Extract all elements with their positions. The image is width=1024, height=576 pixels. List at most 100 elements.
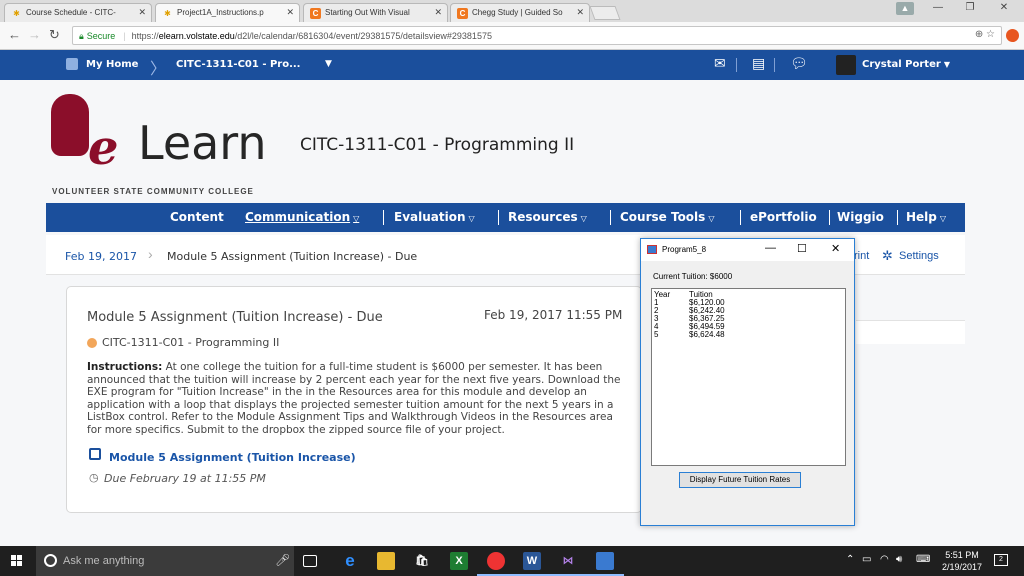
chrome-icon[interactable] — [477, 552, 515, 576]
lock-icon: 🔒︎ — [79, 31, 84, 41]
page-body: e Learn Volunteer State Community Colleg… — [0, 80, 1024, 546]
close-tab-icon[interactable]: ✕ — [286, 7, 294, 18]
close-window-icon[interactable]: ✕ — [831, 242, 840, 255]
tab-title: Starting Out With Visual — [325, 8, 410, 17]
volume-icon[interactable]: 🔊︎ — [896, 554, 902, 565]
due-date: Due February 19 at 11:55 PM — [104, 472, 266, 485]
tab-chegg[interactable]: C Chegg Study | Guided So ✕ — [450, 3, 590, 22]
course-color-dot — [87, 338, 97, 348]
chevron-down-icon: ▽ — [939, 214, 947, 223]
instructions-text: At one college the tuition for a full-ti… — [87, 361, 621, 436]
reload-icon[interactable]: ↻ — [49, 27, 60, 43]
my-home-link[interactable]: My Home — [86, 59, 138, 70]
window-title: Program5_8 — [662, 245, 707, 254]
cortana-icon — [44, 554, 57, 567]
close-tab-icon[interactable]: ✕ — [138, 7, 146, 18]
word-icon[interactable]: W — [513, 552, 551, 576]
wifi-icon[interactable]: ◠ — [880, 554, 889, 565]
close-window-icon[interactable]: ✕ — [994, 2, 1014, 13]
chevron-up-icon[interactable]: ⌃ — [846, 554, 854, 565]
notification-icon[interactable]: 2 — [994, 554, 1008, 566]
user-menu[interactable]: Crystal Porter ▼ — [862, 59, 950, 70]
nav-course-tools[interactable]: Course Tools ▽ — [620, 210, 714, 224]
new-tab-button[interactable] — [589, 6, 621, 20]
nav-evaluation[interactable]: Evaluation ▽ — [394, 210, 475, 224]
instructions: Instructions: At one college the tuition… — [87, 361, 622, 437]
close-tab-icon[interactable]: ✕ — [576, 7, 584, 18]
system-clock[interactable]: 5:51 PM 2/19/2017 — [942, 549, 982, 573]
display-tuition-button[interactable]: Display Future Tuition Rates — [679, 472, 801, 488]
chevron-right-icon: › — [148, 246, 153, 262]
browser-tab-strip: ✱ Course Schedule - CITC- ✕ ✱ Project1A_… — [0, 0, 1024, 22]
asterisk-favicon-icon: ✱ — [13, 9, 20, 18]
minimize-icon[interactable]: — — [928, 2, 948, 13]
excel-icon[interactable]: X — [450, 552, 468, 570]
page-title: CITC-1311-C01 - Programming II — [300, 135, 575, 155]
nav-content[interactable]: Content — [170, 210, 224, 224]
bookmark-star-icon[interactable]: ☆ — [986, 29, 995, 40]
chevron-down-icon[interactable]: ▼ — [325, 59, 332, 69]
home-icon — [66, 58, 78, 70]
mail-icon[interactable]: ✉ — [714, 56, 726, 72]
chevron-down-icon: ▽ — [468, 214, 475, 223]
breadcrumb-date[interactable]: Feb 19, 2017 — [65, 250, 137, 263]
event-course: CITC-1311-C01 - Programming II — [102, 336, 280, 349]
maximize-icon[interactable]: ☐ — [797, 242, 807, 255]
course-selector[interactable]: CITC-1311-C01 - Pro... — [176, 59, 300, 70]
zoom-icon[interactable]: ⊕ — [975, 29, 983, 40]
taskbar: Ask me anything 🎤︎ e 🛍︎ X W ⋈ ⌃ ▭ ◠ 🔊︎ ⌨… — [0, 546, 1024, 576]
forward-arrow-icon[interactable]: → — [28, 27, 41, 42]
updates-icon[interactable]: ▤ — [752, 56, 765, 72]
avatar[interactable] — [836, 55, 856, 75]
keyboard-icon[interactable]: ⌨ — [916, 554, 930, 565]
program-app-icon[interactable] — [586, 552, 624, 576]
tuition-listbox[interactable]: Year Tuition 1 $6,120.00 2 $6,242.40 3 $6,36… — [651, 288, 846, 466]
elearn-logo[interactable]: e Learn Volunteer State Community Colleg… — [48, 92, 293, 202]
url-bar[interactable]: 🔒︎ Secure | https://elearn.volstate.edu/d2l… — [72, 26, 1002, 45]
battery-icon[interactable]: ▭ — [862, 554, 871, 565]
nav-communication[interactable]: Communication ▽ — [245, 210, 359, 224]
extension-icon[interactable] — [1006, 29, 1019, 42]
search-input[interactable]: Ask me anything 🎤︎ — [36, 546, 294, 576]
chevron-down-icon: ▽ — [580, 214, 587, 223]
chevron-down-icon: ▽ — [708, 214, 715, 223]
tab-project1a[interactable]: ✱ Project1A_Instructions.p ✕ — [155, 3, 300, 22]
file-explorer-icon[interactable] — [377, 552, 395, 570]
asterisk-favicon-icon: ✱ — [164, 9, 171, 18]
side-panel — [856, 320, 965, 344]
print-link[interactable]: rint — [854, 250, 869, 262]
site-navbar: My Home 〉 CITC-1311-C01 - Pro... ▼ ✉ ▤ 💬… — [0, 50, 1024, 80]
app-icon — [647, 245, 657, 254]
logo-e: e — [88, 120, 119, 176]
close-tab-icon[interactable]: ✕ — [434, 7, 442, 18]
minimize-icon[interactable]: — — [765, 242, 776, 254]
edge-icon[interactable]: e — [341, 552, 359, 570]
nav-help[interactable]: Help ▽ — [906, 210, 946, 224]
clock-date: 2/19/2017 — [942, 562, 983, 572]
windows-start-icon[interactable] — [11, 555, 23, 567]
gear-icon[interactable]: ✲ — [882, 248, 893, 264]
c-favicon-icon: C — [310, 8, 321, 19]
dropbox-link[interactable]: Module 5 Assignment (Tuition Increase) — [109, 451, 356, 464]
store-icon[interactable]: 🛍︎ — [413, 552, 431, 570]
url-scheme: https:// — [131, 31, 159, 41]
tab-title: Chegg Study | Guided So — [472, 8, 563, 17]
settings-link[interactable]: Settings — [899, 250, 939, 262]
logo-learn: Learn — [138, 116, 267, 170]
nav-eportfolio[interactable]: ePortfolio — [750, 210, 817, 224]
back-arrow-icon[interactable]: ← — [8, 27, 21, 42]
task-view-icon[interactable] — [303, 555, 317, 567]
visual-studio-icon[interactable]: ⋈ — [549, 552, 587, 576]
tab-title: Project1A_Instructions.p — [177, 8, 264, 17]
restore-icon[interactable]: ❐ — [960, 2, 980, 13]
user-profile-icon[interactable]: ▲ — [896, 2, 914, 15]
microphone-icon[interactable]: 🎤︎ — [275, 553, 290, 567]
chat-icon[interactable]: 💬︎ — [790, 56, 808, 72]
tab-course-schedule[interactable]: ✱ Course Schedule - CITC- ✕ — [4, 3, 152, 22]
search-placeholder: Ask me anything — [63, 555, 145, 567]
window-titlebar[interactable]: Program5_8 — ☐ ✕ — [641, 239, 854, 261]
current-tuition-label: Current Tuition: $6000 — [653, 272, 733, 281]
tab-starting-out[interactable]: C Starting Out With Visual ✕ — [303, 3, 448, 22]
nav-resources[interactable]: Resources ▽ — [508, 210, 587, 224]
nav-wiggio[interactable]: Wiggio — [837, 210, 884, 224]
